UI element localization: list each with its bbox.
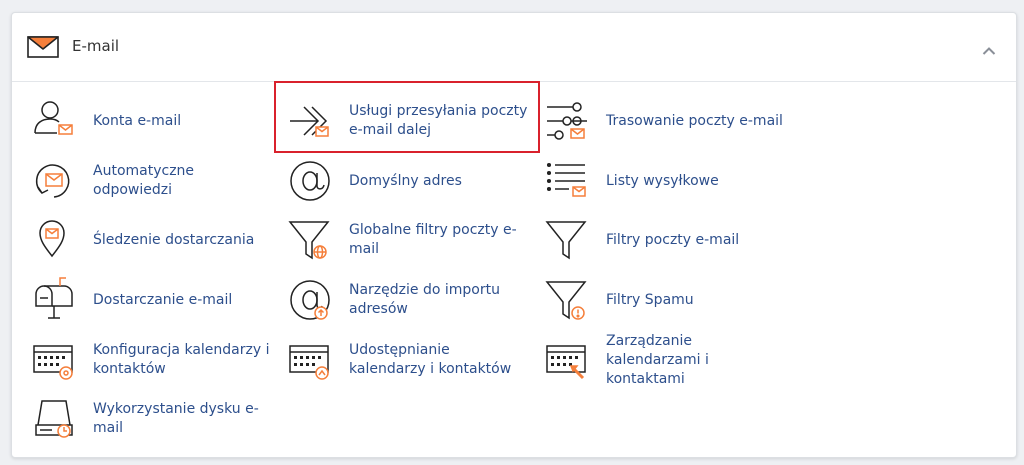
tool-default-address[interactable]: Domyślny adres <box>274 149 529 213</box>
tool-label: Automatyczne odpowiedzi <box>93 163 195 198</box>
disk-usage-icon <box>32 397 76 441</box>
chevron-up-icon[interactable] <box>982 41 996 60</box>
list-icon <box>545 159 589 203</box>
filter-globe-icon <box>288 218 332 262</box>
tool-label: Wykorzystanie dysku e-mail <box>93 401 259 436</box>
mail-envelope-icon <box>27 36 59 62</box>
location-pin-icon <box>32 218 76 262</box>
tool-label: Konfiguracja kalendarzy i kontaktów <box>93 342 270 377</box>
forward-mail-icon <box>288 99 332 143</box>
tool-calendar-management[interactable]: Zarządzanie kalendarzami i kontaktami <box>531 328 786 392</box>
tool-label: Filtry poczty e-mail <box>606 231 740 248</box>
tool-email-forwarders[interactable]: Usługi przesyłania poczty e-mail dalej <box>274 89 529 153</box>
tool-global-filters[interactable]: Globalne filtry poczty e-mail <box>274 208 529 272</box>
tool-calendar-config[interactable]: Konfiguracja kalendarzy i kontaktów <box>18 328 273 392</box>
tool-label: Dostarczanie e-mail <box>93 291 233 308</box>
autoresponder-icon <box>32 159 76 203</box>
routing-icon <box>545 99 589 143</box>
mailbox-icon <box>32 277 76 322</box>
tool-label: Globalne filtry poczty e-mail <box>349 222 517 257</box>
tool-email-disk-usage[interactable]: Wykorzystanie dysku e-mail <box>18 387 273 451</box>
at-sign-icon <box>288 159 332 203</box>
tool-label: Narzędzie do importu adresów <box>349 282 500 317</box>
tool-email-deliverability[interactable]: Dostarczanie e-mail <box>18 268 273 332</box>
tool-email-accounts[interactable]: Konta e-mail <box>18 89 273 153</box>
tool-label: Listy wysyłkowe <box>606 172 719 189</box>
tool-label: Zarządzanie kalendarzami i kontaktami <box>606 332 709 387</box>
tool-label: Konta e-mail <box>93 112 182 129</box>
tool-track-delivery[interactable]: Śledzenie dostarczania <box>18 208 273 272</box>
calendar-manage-icon <box>545 338 589 382</box>
spam-filter-icon <box>545 278 589 322</box>
filter-icon <box>545 218 589 262</box>
tool-label: Trasowanie poczty e-mail <box>606 112 783 129</box>
tool-address-importer[interactable]: Narzędzie do importu adresów <box>274 268 529 332</box>
user-mail-icon <box>32 99 76 143</box>
at-import-icon <box>288 278 332 322</box>
tool-calendar-sharing[interactable]: Udostępnianie kalendarzy i kontaktów <box>274 328 529 392</box>
tool-label: Filtry Spamu <box>606 291 694 308</box>
tool-mailing-lists[interactable]: Listy wysyłkowe <box>531 149 786 213</box>
tool-spam-filters[interactable]: Filtry Spamu <box>531 268 786 332</box>
tool-label: Udostępnianie kalendarzy i kontaktów <box>349 342 512 377</box>
email-section-panel: E-mail Konta e-mail Usługi przesyłania p… <box>11 12 1017 458</box>
tool-email-routing[interactable]: Trasowanie poczty e-mail <box>531 89 786 153</box>
tool-autoresponders[interactable]: Automatyczne odpowiedzi <box>18 149 273 213</box>
email-section-header[interactable]: E-mail <box>12 13 1016 82</box>
tool-label: Domyślny adres <box>349 172 462 189</box>
tool-label: Śledzenie dostarczania <box>93 231 255 248</box>
tool-email-filters[interactable]: Filtry poczty e-mail <box>531 208 786 272</box>
tool-label: Usługi przesyłania poczty e-mail dalej <box>349 103 528 138</box>
calendar-at-icon <box>32 338 76 382</box>
calendar-share-icon <box>288 338 332 382</box>
section-title: E-mail <box>72 37 120 55</box>
